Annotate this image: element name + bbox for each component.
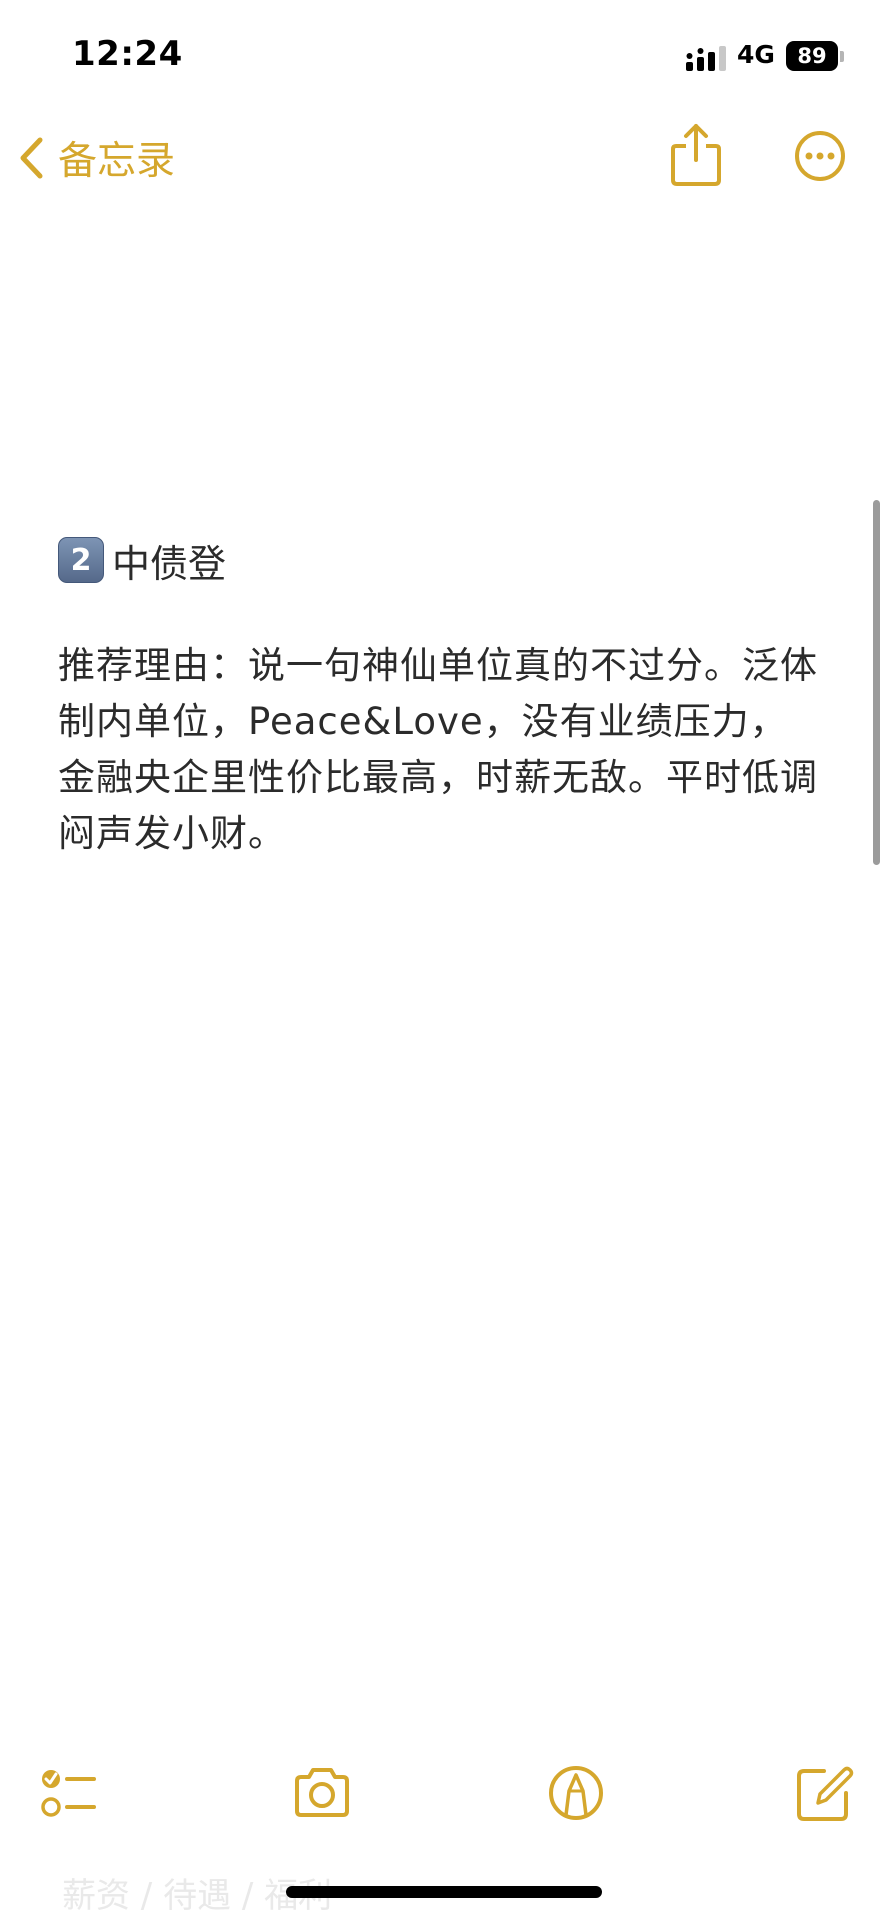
bottom-toolbar [0, 1755, 887, 1835]
checklist-icon[interactable] [38, 1763, 98, 1823]
back-label: 备忘录 [58, 139, 176, 184]
note-heading-text: 中债登 [112, 541, 227, 586]
back-button[interactable]: 备忘录 [18, 128, 175, 188]
compose-icon[interactable] [794, 1763, 854, 1823]
battery-indicator: 89 [786, 41, 838, 71]
status-time: 12:24 [72, 34, 183, 74]
battery-nub [840, 51, 844, 62]
status-bar: 12:24 4G 89 [0, 0, 887, 110]
cellular-signal-icon [686, 46, 726, 71]
note-editor[interactable]: 2 中债登 推荐理由：说一句神仙单位真的不过分。泛体制内单位，Peace&Lov… [58, 530, 818, 862]
note-body-text: 推荐理由：说一句神仙单位真的不过分。泛体制内单位，Peace&Love，没有业绩… [58, 644, 818, 855]
home-indicator[interactable] [286, 1886, 602, 1898]
share-icon[interactable] [668, 122, 724, 188]
note-heading: 2 中债登 [58, 530, 818, 590]
keycap-emoji: 2 [58, 537, 104, 583]
network-type: 4G [737, 40, 775, 69]
chevron-left-icon [20, 137, 43, 179]
scroll-indicator[interactable] [873, 500, 880, 865]
markup-pen-icon[interactable] [546, 1763, 606, 1823]
camera-icon[interactable] [292, 1763, 352, 1823]
navigation-bar: 备忘录 [0, 118, 887, 198]
ellipsis-circle-icon[interactable] [794, 130, 846, 182]
